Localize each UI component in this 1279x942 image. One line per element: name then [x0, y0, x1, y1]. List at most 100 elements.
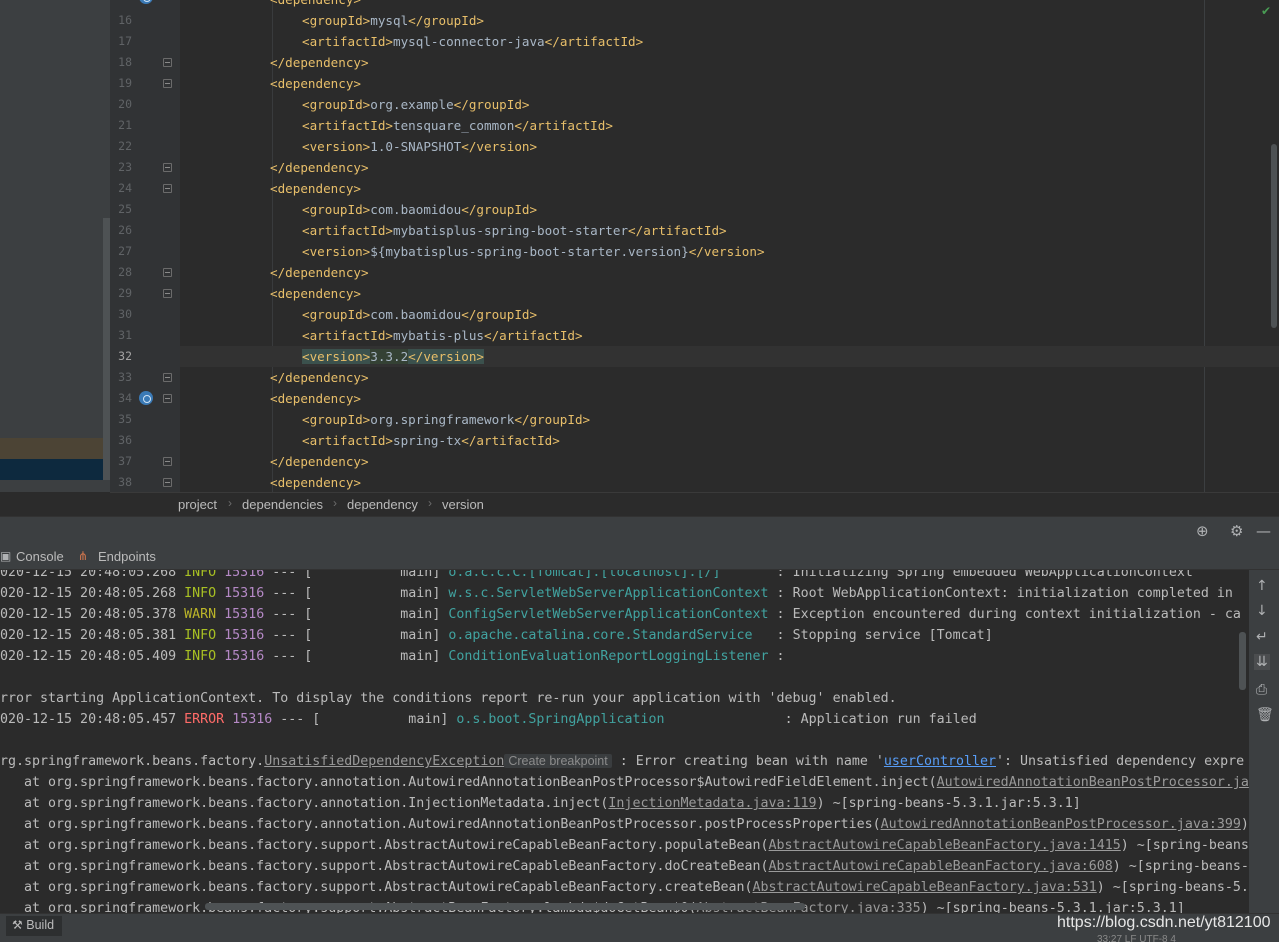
tab-console[interactable]: Console [16, 549, 64, 564]
console-text: --- [ main] [264, 649, 449, 664]
console-link[interactable]: userController [884, 754, 996, 769]
arrow-up-icon[interactable]: ↑ [1256, 578, 1268, 594]
code-line[interactable]: 19 <dependency> [118, 73, 1279, 94]
line-number[interactable]: 17 [110, 31, 132, 52]
crosshair-icon[interactable]: ⊕ [1196, 522, 1209, 540]
line-number[interactable]: 18 [110, 52, 132, 73]
spring-bean-gutter-icon[interactable] [139, 391, 153, 405]
code-line[interactable]: 36 <artifactId>spring-tx</artifactId> [118, 430, 1279, 451]
code-line-partial[interactable]: <dependency> [180, 0, 1279, 10]
line-number[interactable]: 23 [110, 157, 132, 178]
line-number[interactable]: 31 [110, 325, 132, 346]
gear-icon[interactable]: ⚙ [1230, 522, 1243, 540]
code-text: <artifactId>mybatis-plus</artifactId> [302, 325, 583, 346]
trash-icon[interactable]: 🗑 [1256, 707, 1274, 723]
line-number[interactable]: 16 [110, 10, 132, 31]
watermark: https://blog.csdn.net/yt812100 [1057, 914, 1271, 931]
code-line[interactable]: 34 <dependency> [118, 388, 1279, 409]
fold-icon[interactable] [163, 394, 172, 403]
fold-icon[interactable] [163, 184, 172, 193]
console-link[interactable]: InjectionMetadata.java:119 [608, 796, 816, 811]
code-line[interactable]: 25 <groupId>com.baomidou</groupId> [118, 199, 1279, 220]
line-number[interactable]: 27 [110, 241, 132, 262]
scroll-to-end-icon[interactable]: ⇊ [1254, 654, 1270, 670]
console-link[interactable]: AbstractAutowireCapableBeanFactory.java:… [769, 838, 1121, 853]
fold-icon[interactable] [163, 58, 172, 67]
tab-build[interactable]: ⚒ Build [6, 916, 63, 936]
code-editor[interactable]: <dependency>16<groupId>mysql</groupId>17… [110, 0, 1279, 492]
soft-wrap-icon[interactable]: ↵ [1256, 629, 1268, 645]
code-line[interactable]: 21 <artifactId>tensquare_common</artifact… [118, 115, 1279, 136]
console-link[interactable]: UnsatisfiedDependencyException [264, 754, 504, 769]
line-number[interactable]: 21 [110, 115, 132, 136]
breadcrumb-item[interactable]: dependency [347, 497, 418, 512]
breadcrumb-item[interactable]: dependencies [242, 497, 323, 512]
line-number[interactable]: 34 [110, 388, 132, 409]
code-line[interactable]: 22 <version>1.0-SNAPSHOT</version> [118, 136, 1279, 157]
breadcrumb-item[interactable]: version [442, 497, 484, 512]
line-number[interactable]: 38 [110, 472, 132, 492]
code-line[interactable]: 38 <dependency> [118, 472, 1279, 492]
code-line[interactable]: 31 <artifactId>mybatis-plus</artifactId> [118, 325, 1279, 346]
line-number[interactable]: 20 [110, 94, 132, 115]
fold-icon[interactable] [163, 373, 172, 382]
code-line[interactable]: 32 <version>3.3.2</version> [118, 346, 1279, 367]
code-line[interactable]: 30 <groupId>com.baomidou</groupId> [118, 304, 1279, 325]
arrow-down-icon[interactable]: ↓ [1256, 603, 1268, 619]
code-line[interactable]: 28 </dependency> [118, 262, 1279, 283]
line-number[interactable]: 26 [110, 220, 132, 241]
line-number[interactable]: 33 [110, 367, 132, 388]
code-line[interactable]: 23 </dependency> [118, 157, 1279, 178]
fold-icon[interactable] [163, 268, 172, 277]
code-line[interactable]: 20 <groupId>org.example</groupId> [118, 94, 1279, 115]
code-line[interactable]: 29 <dependency> [118, 283, 1279, 304]
code-text: </dependency> [270, 451, 369, 472]
code-line[interactable]: 37 </dependency> [118, 451, 1279, 472]
fold-icon[interactable] [163, 79, 172, 88]
console-link[interactable]: AbstractAutowireCapableBeanFactory.java:… [753, 880, 1097, 895]
console-scrollbar[interactable] [1239, 632, 1246, 690]
code-line[interactable]: 24 <dependency> [118, 178, 1279, 199]
hammer-icon: ⚒ [12, 918, 23, 932]
fold-icon[interactable] [163, 457, 172, 466]
code-line[interactable]: 33 </dependency> [118, 367, 1279, 388]
line-number[interactable]: 32 [110, 346, 132, 367]
console-link[interactable]: AbstractAutowireCapableBeanFactory.java:… [769, 859, 1113, 874]
project-tree-focused-row[interactable] [0, 459, 103, 480]
fold-icon[interactable] [163, 478, 172, 487]
project-scrollbar[interactable] [103, 218, 110, 480]
console-link[interactable]: AutowiredAnnotationBeanPostProcessor.ja [937, 775, 1249, 790]
code-line[interactable]: 17 <artifactId>mysql-connector-java</arti… [118, 31, 1279, 52]
code-line[interactable]: 35 <groupId>org.springframework</groupId> [118, 409, 1279, 430]
line-number[interactable]: 19 [110, 73, 132, 94]
code-line[interactable]: 27 <version>${mybatisplus-spring-boot-sta… [118, 241, 1279, 262]
line-number[interactable]: 35 [110, 409, 132, 430]
breadcrumb-item[interactable]: project [178, 497, 217, 512]
line-number[interactable]: 30 [110, 304, 132, 325]
line-number[interactable]: 28 [110, 262, 132, 283]
create-breakpoint-button[interactable]: Create breakpoint [504, 754, 612, 768]
minimize-icon[interactable]: — [1256, 522, 1271, 540]
project-tree-selected-row[interactable] [0, 438, 103, 459]
print-icon[interactable]: ⎙ [1256, 682, 1267, 698]
fold-icon[interactable] [163, 163, 172, 172]
line-number[interactable]: 22 [110, 136, 132, 157]
code-line[interactable]: 18 </dependency> [118, 52, 1279, 73]
console-horizontal-scrollbar[interactable] [205, 903, 805, 910]
fold-icon[interactable] [163, 289, 172, 298]
line-number[interactable]: 24 [110, 178, 132, 199]
editor-scrollbar[interactable] [1271, 144, 1277, 328]
line-number[interactable]: 29 [110, 283, 132, 304]
line-number[interactable]: 37 [110, 451, 132, 472]
code-area[interactable]: <dependency>16<groupId>mysql</groupId>17… [118, 0, 1279, 492]
check-icon[interactable]: ✔ [1261, 4, 1271, 18]
xml-tag: </artifactId> [461, 433, 560, 448]
line-number[interactable]: 36 [110, 430, 132, 451]
code-line[interactable]: 26 <artifactId>mybatisplus-spring-boot-st… [118, 220, 1279, 241]
code-line[interactable]: 16 <groupId>mysql</groupId> [118, 10, 1279, 31]
console-link[interactable]: AutowiredAnnotationBeanPostProcessor.jav… [881, 817, 1241, 832]
line-number[interactable]: 25 [110, 199, 132, 220]
tab-endpoints[interactable]: Endpoints [98, 549, 156, 564]
console-output[interactable]: 2020-12-15 20:48:05.268 INFO 15316 --- [… [0, 570, 1249, 913]
xml-tag: <artifactId> [302, 118, 393, 133]
